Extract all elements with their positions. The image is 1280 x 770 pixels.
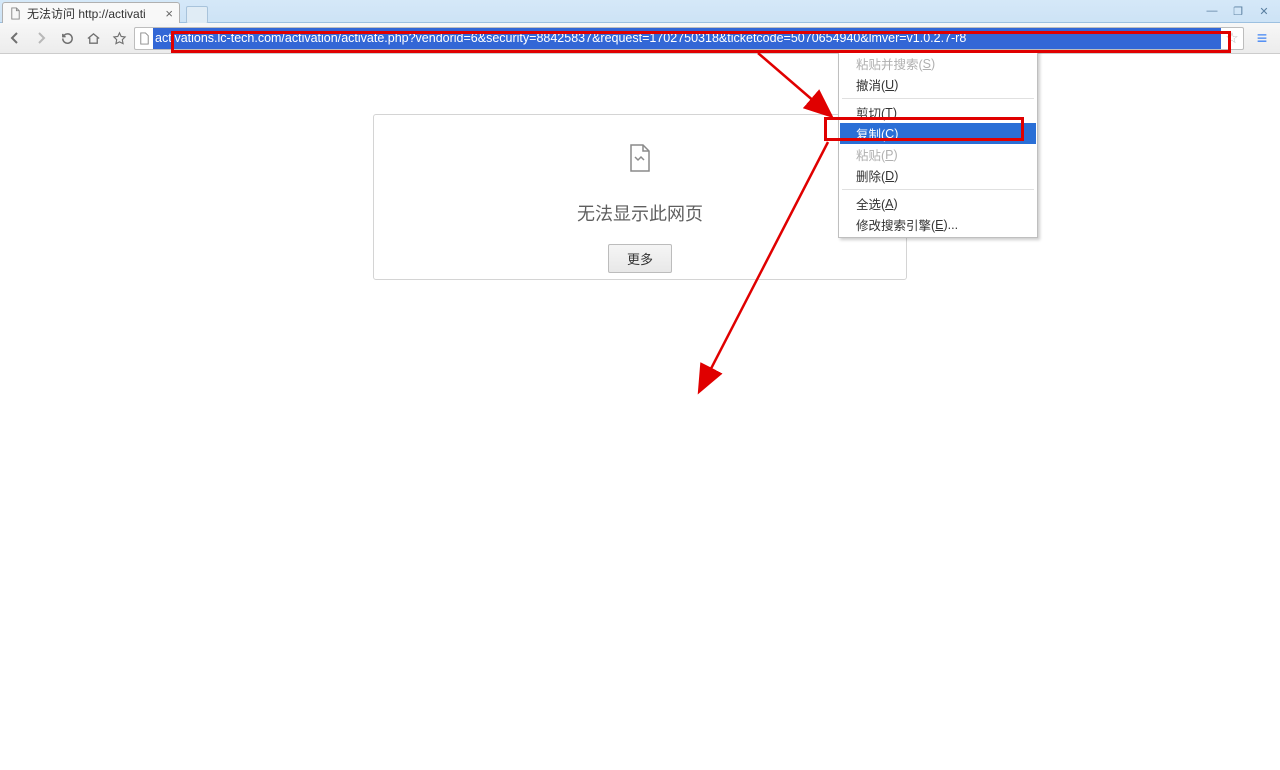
error-card: 无法显示此网页 更多	[373, 114, 907, 280]
maximize-button[interactable]: ❐	[1228, 3, 1248, 19]
new-tab-button[interactable]	[186, 6, 208, 24]
forward-button[interactable]	[30, 27, 52, 49]
tab-strip: 无法访问 http://activati ×	[2, 0, 208, 24]
context-menu: 粘贴并搜索(S)撤消(U) 剪切(T)复制(C)粘贴(P)删除(D) 全选(A)修改…	[838, 50, 1038, 238]
star-icon[interactable]	[108, 27, 130, 49]
chrome-menu-button[interactable]: ≡	[1248, 27, 1276, 49]
context-menu-item[interactable]: 删除(D)	[840, 165, 1036, 186]
context-menu-item[interactable]: 全选(A)	[840, 193, 1036, 214]
minimize-button[interactable]: —	[1202, 3, 1222, 19]
window-controls: — ❐ ✕	[1202, 3, 1280, 19]
tab-title: 无法访问 http://activati	[27, 5, 160, 22]
context-menu-item[interactable]: 复制(C)	[840, 123, 1036, 144]
reload-button[interactable]	[56, 27, 78, 49]
bookmark-star-icon[interactable]: ☆	[1221, 29, 1243, 47]
tab-close-icon[interactable]: ×	[165, 6, 173, 21]
error-heading: 无法显示此网页	[374, 200, 906, 226]
broken-page-icon	[627, 143, 653, 173]
context-menu-separator	[842, 189, 1034, 190]
page-content: 无法显示此网页 更多	[0, 54, 1280, 770]
back-button[interactable]	[4, 27, 26, 49]
context-menu-item[interactable]: 修改搜索引擎(E)...	[840, 214, 1036, 235]
url-input[interactable]	[153, 28, 1221, 49]
home-button[interactable]	[82, 27, 104, 49]
page-icon	[9, 7, 22, 20]
browser-tab[interactable]: 无法访问 http://activati ×	[2, 2, 180, 24]
context-menu-item[interactable]: 剪切(T)	[840, 102, 1036, 123]
close-window-button[interactable]: ✕	[1254, 3, 1274, 19]
browser-toolbar: ☆ ≡	[0, 23, 1280, 54]
context-menu-item[interactable]: 撤消(U)	[840, 74, 1036, 95]
site-icon	[135, 32, 153, 45]
more-button[interactable]: 更多	[608, 244, 672, 273]
address-bar[interactable]: ☆	[134, 27, 1244, 50]
context-menu-separator	[842, 98, 1034, 99]
context-menu-item: 粘贴并搜索(S)	[840, 53, 1036, 74]
context-menu-item: 粘贴(P)	[840, 144, 1036, 165]
